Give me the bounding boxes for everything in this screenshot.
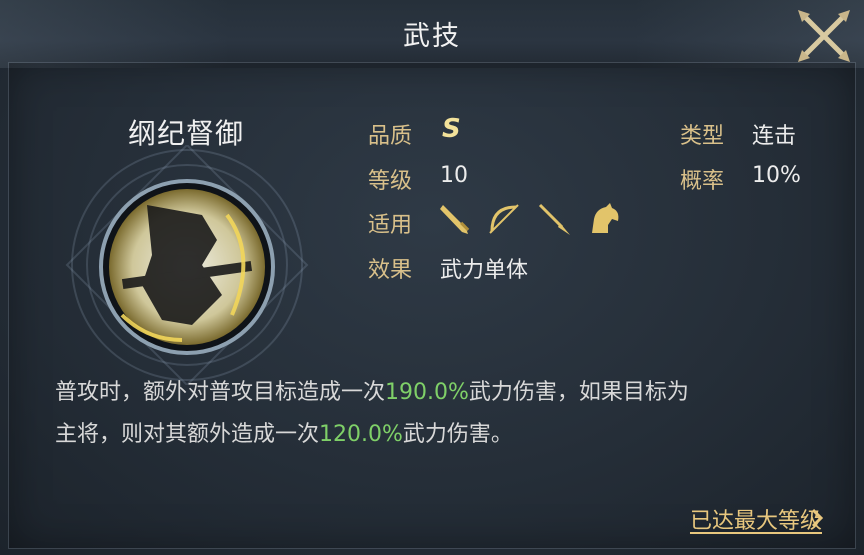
- skill-description: 普攻时，额外对普攻目标造成一次190.0%武力伤害，如果目标为 主将，则对其额外…: [55, 372, 815, 456]
- type-label: 类型: [680, 124, 725, 149]
- description-text: 普攻时，额外对普攻目标造成一次: [55, 380, 386, 405]
- level-value: 10: [440, 163, 468, 188]
- description-text: 武力伤害。: [402, 422, 513, 447]
- skill-emblem: [65, 145, 309, 385]
- quality-value: S: [442, 114, 461, 144]
- chance-value: 10%: [752, 163, 801, 188]
- damage-value-2: 120.0%: [319, 422, 403, 447]
- applicable-label: 适用: [368, 213, 413, 238]
- close-icon[interactable]: [794, 6, 854, 66]
- effect-label: 效果: [368, 258, 413, 283]
- quality-label: 品质: [368, 124, 413, 149]
- effect-value: 武力单体: [440, 258, 529, 283]
- sword-icon: [440, 205, 470, 234]
- max-level-link[interactable]: 已达最大等级: [690, 503, 822, 535]
- chevron-right-icon[interactable]: [810, 508, 824, 528]
- description-text: 主将，则对其额外造成一次: [55, 422, 320, 447]
- type-value: 连击: [752, 124, 797, 149]
- damage-value-1: 190.0%: [385, 380, 469, 405]
- level-label: 等级: [368, 169, 413, 194]
- page-title: 武技: [403, 21, 461, 52]
- description-text: 武力伤害，如果目标为: [468, 380, 689, 405]
- chance-label: 概率: [680, 169, 725, 194]
- bow-icon: [489, 204, 519, 234]
- horse-icon: [592, 203, 619, 233]
- spear-icon: [538, 203, 570, 235]
